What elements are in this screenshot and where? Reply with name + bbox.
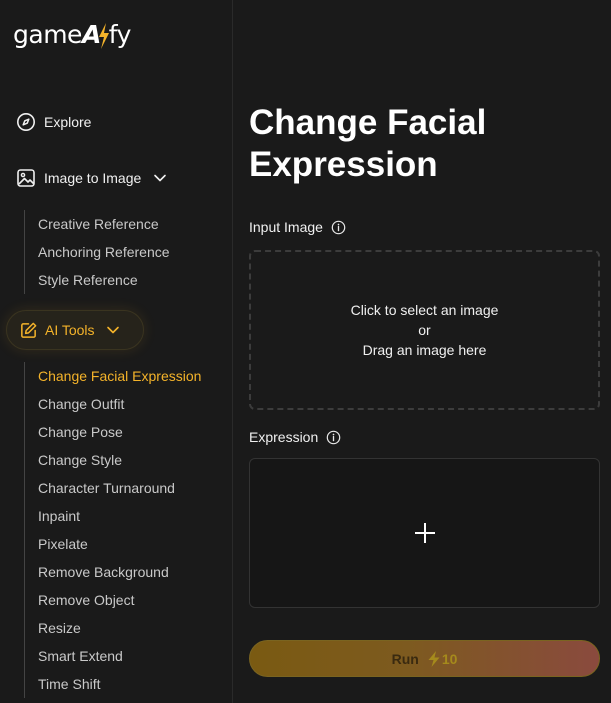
submenu-item-anchoring-reference[interactable]: Anchoring Reference <box>38 238 170 266</box>
expression-label: Expression <box>249 429 319 445</box>
input-image-label-row: Input Image <box>249 219 346 235</box>
image-dropzone[interactable]: Click to select an image or Drag an imag… <box>249 250 600 410</box>
info-icon[interactable] <box>326 430 341 445</box>
info-icon[interactable] <box>331 220 346 235</box>
submenu-item-change-pose[interactable]: Change Pose <box>38 418 201 446</box>
nav-ai-tools[interactable]: AI Tools <box>6 310 144 350</box>
dropzone-drag-text: Drag an image here <box>362 342 487 358</box>
submenu-item-change-style[interactable]: Change Style <box>38 446 201 474</box>
image-icon <box>17 169 35 187</box>
submenu-item-resize[interactable]: Resize <box>38 614 201 642</box>
nav-image-to-image-label: Image to Image <box>44 170 142 186</box>
submenu-item-style-reference[interactable]: Style Reference <box>38 266 170 294</box>
dropzone-or-text: or <box>418 322 431 338</box>
logo[interactable]: gameA fy <box>13 14 131 54</box>
run-button[interactable]: Run 10 <box>249 640 600 677</box>
input-image-label: Input Image <box>249 219 323 235</box>
submenu-item-inpaint[interactable]: Inpaint <box>38 502 201 530</box>
nav-image-to-image[interactable]: Image to Image <box>16 168 167 188</box>
page-title: Change Facial Expression <box>249 103 487 184</box>
submenu-item-remove-object[interactable]: Remove Object <box>38 586 201 614</box>
nav-ai-tools-label: AI Tools <box>45 322 95 338</box>
ai-tools-submenu: Change Facial Expression Change Outfit C… <box>24 362 201 698</box>
dropzone-select-text: Click to select an image <box>350 302 499 318</box>
sidebar: gameA fy Explore Image to Image Creative … <box>0 0 233 703</box>
nav-explore-label: Explore <box>44 114 92 130</box>
chevron-down-icon <box>106 326 119 334</box>
submenu-item-smart-extend[interactable]: Smart Extend <box>38 642 201 670</box>
nav-explore[interactable]: Explore <box>16 112 91 132</box>
compass-icon <box>17 113 35 131</box>
expression-selector[interactable] <box>249 458 600 608</box>
bolt-icon <box>428 650 440 667</box>
logo-text: gameA fy <box>13 19 131 49</box>
expression-label-row: Expression <box>249 429 341 445</box>
submenu-item-change-facial-expression[interactable]: Change Facial Expression <box>38 362 201 390</box>
run-cost-badge: 10 <box>427 650 458 667</box>
submenu-item-character-turnaround[interactable]: Character Turnaround <box>38 474 201 502</box>
submenu-item-pixelate[interactable]: Pixelate <box>38 530 201 558</box>
plus-icon <box>414 523 435 543</box>
submenu-item-time-shift[interactable]: Time Shift <box>38 670 201 698</box>
run-cost-value: 10 <box>441 650 458 667</box>
edit-icon <box>21 322 37 338</box>
submenu-item-creative-reference[interactable]: Creative Reference <box>38 210 170 238</box>
run-button-label: Run <box>391 650 419 667</box>
chevron-down-icon <box>154 174 167 182</box>
submenu-item-change-outfit[interactable]: Change Outfit <box>38 390 201 418</box>
submenu-item-remove-background[interactable]: Remove Background <box>38 558 201 586</box>
image-to-image-submenu: Creative Reference Anchoring Reference S… <box>24 210 170 294</box>
